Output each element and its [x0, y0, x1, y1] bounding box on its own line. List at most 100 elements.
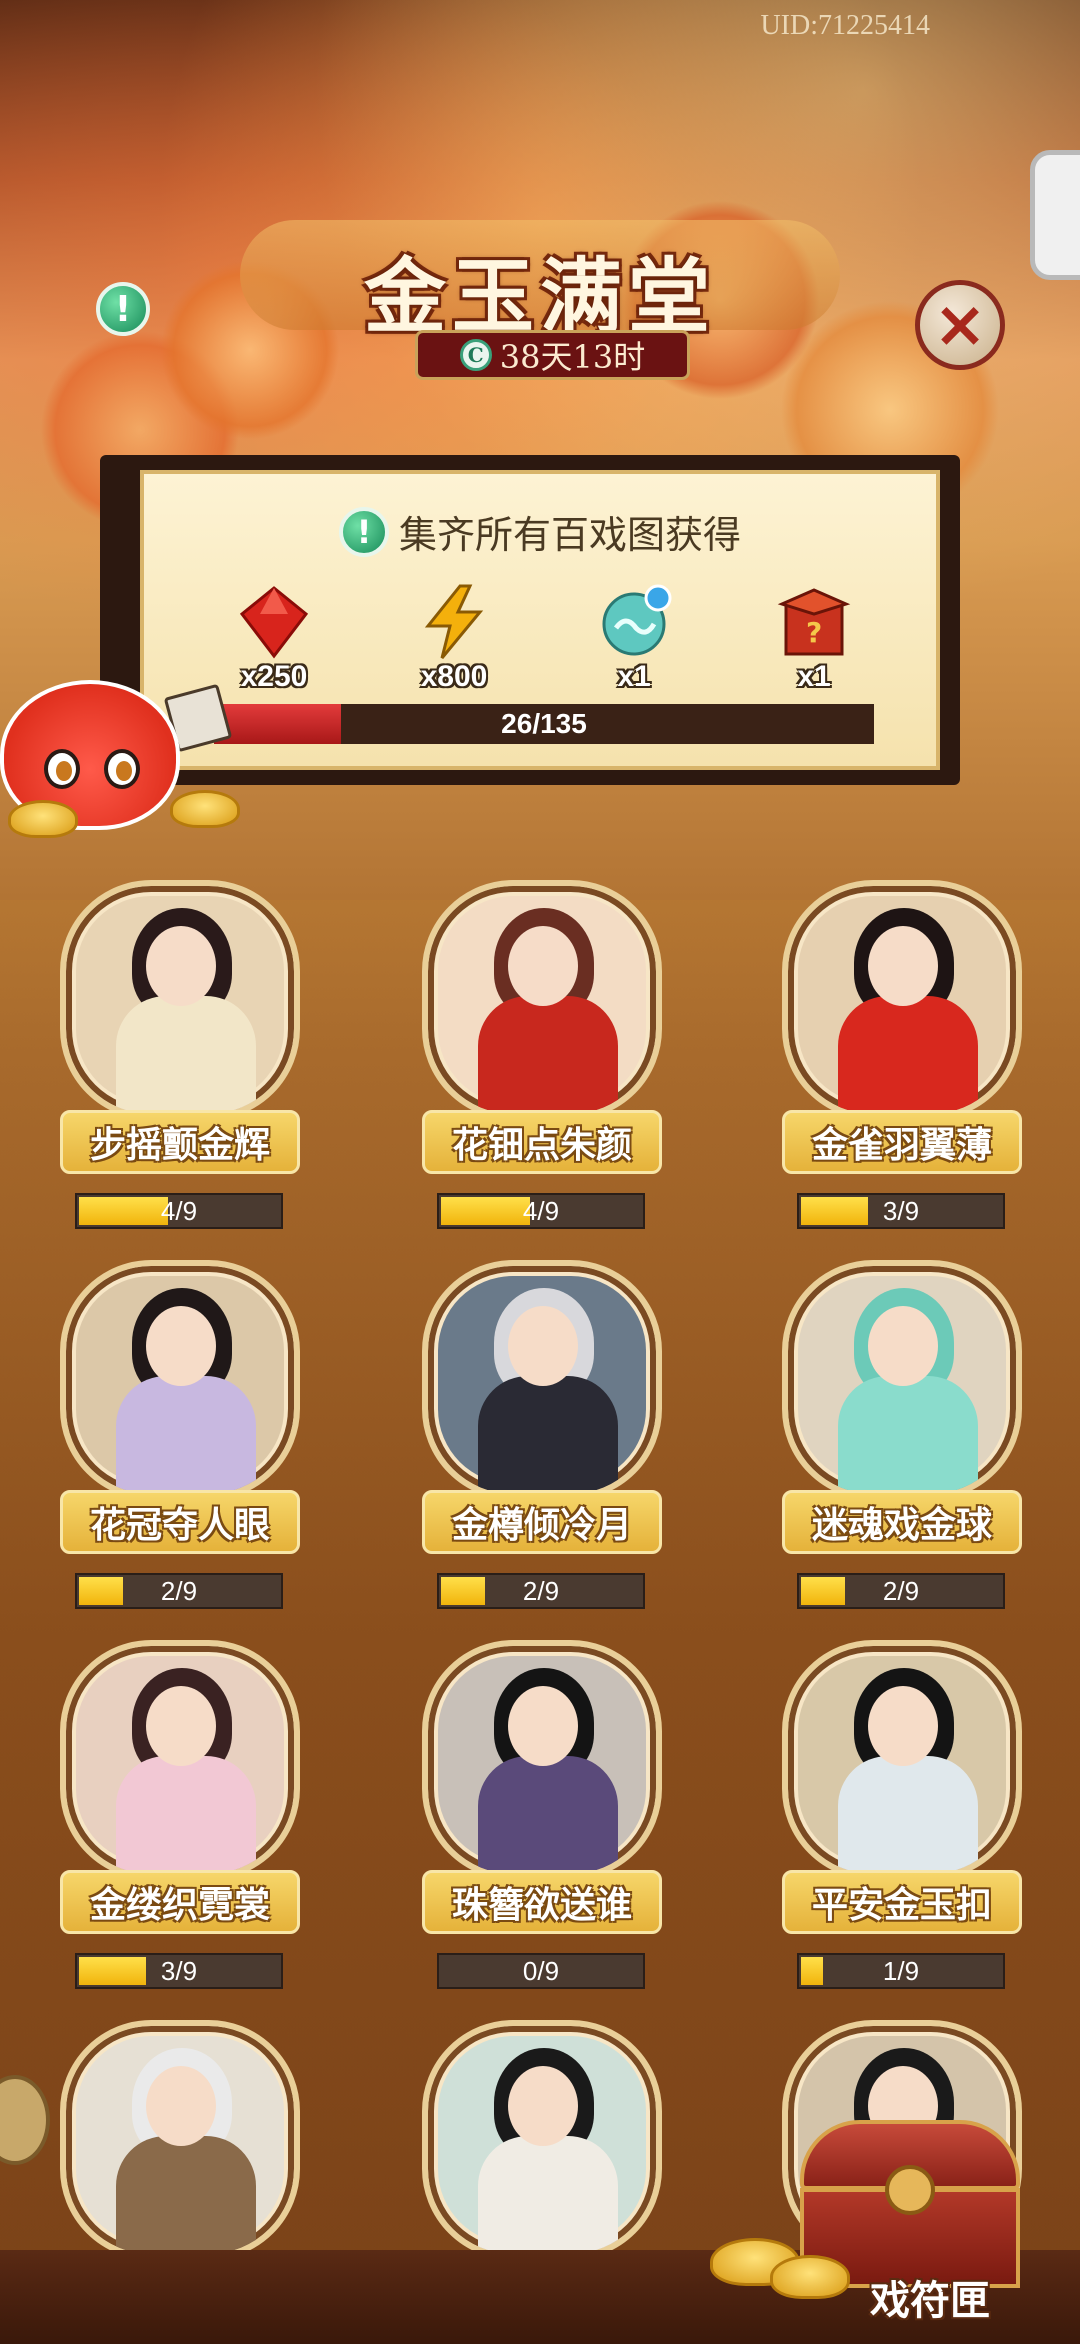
character-name: 花冠夺人眼: [60, 1490, 300, 1554]
portrait-face: [146, 926, 216, 1006]
collection-progress-bar: 26/135: [214, 704, 874, 744]
character-portrait: [60, 1260, 300, 1500]
reward-item[interactable]: x250: [204, 584, 344, 694]
character-progress-text: 4/9: [160, 1195, 198, 1226]
mascot-eye: [44, 749, 80, 789]
portrait-robe: [478, 1376, 618, 1494]
portrait-robe: [838, 1376, 978, 1494]
reward-item[interactable]: x800: [384, 584, 524, 694]
character-name: 花钿点朱颜: [422, 1110, 662, 1174]
character-progress-text: 1/9: [882, 1955, 920, 1986]
character-name: 金樽倾冷月: [422, 1490, 662, 1554]
character-progress-bar: 4/9: [75, 1193, 283, 1229]
character-name: 金雀羽翼薄: [782, 1110, 1022, 1174]
portrait-face: [868, 926, 938, 1006]
mascot-eye: [104, 749, 140, 789]
character-progress-text: 2/9: [160, 1575, 198, 1606]
close-button[interactable]: ×: [915, 280, 1005, 370]
portrait-robe: [478, 996, 618, 1114]
portrait-robe: [838, 1756, 978, 1874]
uid-label: UID:71225414: [760, 10, 930, 41]
character-portrait: [422, 2020, 662, 2260]
character-progress-bar: 3/9: [75, 1953, 283, 1989]
timer-text: 38天13时: [499, 338, 646, 376]
portrait-robe: [116, 2136, 256, 2254]
character-progress-text: 2/9: [522, 1575, 560, 1606]
character-portrait: [60, 1640, 300, 1880]
character-progress-bar: 2/9: [437, 1573, 645, 1609]
character-progress-bar: 3/9: [797, 1193, 1005, 1229]
reward-count: x250: [240, 660, 308, 693]
character-progress-text: 0/9: [522, 1955, 560, 1986]
lightning-icon: [424, 584, 484, 659]
portrait-robe: [116, 996, 256, 1114]
portrait-face: [146, 1686, 216, 1766]
character-portrait: [60, 880, 300, 1120]
reward-count: x800: [420, 660, 488, 693]
chest-lock-icon: [885, 2165, 935, 2215]
event-timer: C 38天13时: [415, 330, 690, 380]
portrait-face: [146, 2066, 216, 2146]
portrait-face: [868, 1306, 938, 1386]
character-name: 平安金玉扣: [782, 1870, 1022, 1934]
reward-count: x1: [797, 660, 831, 693]
character-progress-bar: 2/9: [75, 1573, 283, 1609]
character-card[interactable]: 步摇颤金辉 4/9: [30, 880, 330, 1240]
character-portrait: [422, 880, 662, 1120]
character-name: 金缕织霓裳: [60, 1870, 300, 1934]
reward-count: x1: [617, 660, 651, 693]
cloud-orb-icon: [602, 584, 672, 656]
portrait-robe: [478, 2136, 618, 2254]
character-name: 步摇颤金辉: [60, 1110, 300, 1174]
mystery-box-icon: ?: [777, 588, 851, 656]
character-portrait: [422, 1640, 662, 1880]
character-card[interactable]: 金雀羽翼薄 3/9: [752, 880, 1052, 1240]
character-name: 珠簪欲送谁: [422, 1870, 662, 1934]
character-card[interactable]: 平安金玉扣 1/9: [752, 1640, 1052, 2000]
reward-panel: ! 集齐所有百戏图获得 x250 x800 x1 ? x1 26/135: [140, 470, 940, 770]
character-progress-bar: 4/9: [437, 1193, 645, 1229]
portrait-face: [508, 1686, 578, 1766]
character-progress-bar: 1/9: [797, 1953, 1005, 1989]
portrait-face: [508, 1306, 578, 1386]
character-name: 迷魂戏金球: [782, 1490, 1022, 1554]
character-progress-text: 3/9: [882, 1195, 920, 1226]
reward-panel-heading: 集齐所有百戏图获得: [398, 513, 741, 557]
reward-item[interactable]: ? x1: [744, 584, 884, 694]
red-gem-icon: [239, 586, 309, 659]
portrait-robe: [116, 1376, 256, 1494]
close-icon: ×: [933, 288, 987, 362]
character-card[interactable]: 金缕织霓裳 3/9: [30, 1640, 330, 2000]
character-portrait: [782, 1640, 1022, 1880]
character-card[interactable]: 花钿点朱颜 4/9: [392, 880, 692, 1240]
reward-list: x250 x800 x1 ? x1: [204, 584, 884, 694]
character-card[interactable]: 珠簪欲送谁 0/9: [392, 1640, 692, 2000]
character-progress-text: 4/9: [522, 1195, 560, 1226]
character-progress-bar: 0/9: [437, 1953, 645, 1989]
character-card[interactable]: 迷魂戏金球 2/9: [752, 1260, 1052, 1620]
character-progress-text: 2/9: [882, 1575, 920, 1606]
character-portrait: [782, 1260, 1022, 1500]
info-icon[interactable]: !: [96, 282, 150, 336]
clock-icon: C: [459, 339, 492, 371]
character-progress-text: 3/9: [160, 1955, 198, 1986]
portrait-face: [508, 2066, 578, 2146]
character-progress-bar: 2/9: [797, 1573, 1005, 1609]
collection-progress-text: 26/135: [501, 708, 587, 739]
character-card[interactable]: 金樽倾冷月 2/9: [392, 1260, 692, 1620]
gold-ingot-icon: [170, 790, 240, 828]
info-icon[interactable]: !: [338, 506, 389, 557]
character-portrait: [782, 880, 1022, 1120]
gold-ingot-icon: [8, 800, 78, 838]
portrait-robe: [838, 996, 978, 1114]
chest-label: 戏符匣: [870, 2277, 990, 2324]
svg-text:?: ?: [806, 616, 822, 649]
portrait-face: [146, 1306, 216, 1386]
portrait-robe: [116, 1756, 256, 1874]
reward-panel-header: ! 集齐所有百戏图获得: [144, 504, 936, 559]
portrait-face: [868, 1686, 938, 1766]
portrait-robe: [478, 1756, 618, 1874]
character-card[interactable]: 花冠夺人眼 2/9: [30, 1260, 330, 1620]
reward-item[interactable]: x1: [564, 584, 704, 694]
portrait-face: [508, 926, 578, 1006]
